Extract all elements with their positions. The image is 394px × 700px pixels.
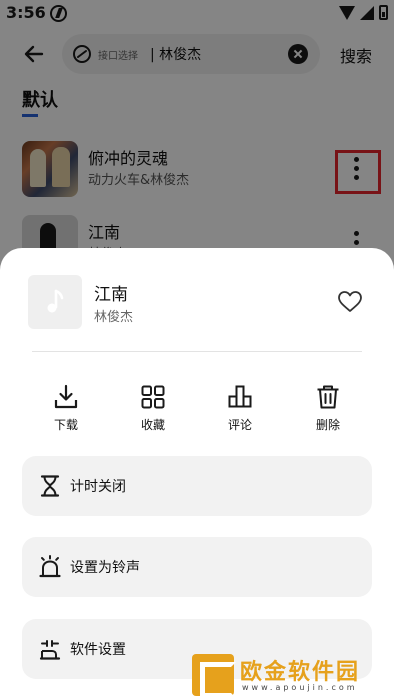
download-icon: [54, 384, 78, 409]
divider: [32, 351, 362, 352]
sheet-song-title: 江南: [94, 285, 128, 305]
favorite-label: 收藏: [140, 418, 165, 432]
sheet-song-artist: 林俊杰: [94, 310, 134, 325]
settings-icon: [39, 640, 61, 660]
favorite-button[interactable]: 收藏: [123, 384, 183, 440]
ringtone-item[interactable]: 设置为铃声: [22, 537, 372, 597]
delete-button[interactable]: 删除: [298, 384, 358, 440]
alarm-icon: [39, 555, 61, 578]
hourglass-icon: [40, 475, 60, 497]
grid-icon: [141, 385, 165, 409]
heart-icon[interactable]: [337, 290, 363, 314]
delete-label: 删除: [315, 418, 340, 432]
ringtone-label: 设置为铃声: [70, 560, 140, 576]
watermark-logo: [192, 654, 236, 698]
sleep-timer-item[interactable]: 计时关闭: [22, 456, 372, 516]
sleep-timer-label: 计时关闭: [70, 479, 126, 495]
song-cover-placeholder: [28, 275, 82, 329]
comment-button[interactable]: 评论: [210, 384, 270, 440]
watermark-title: 欧金软件园: [240, 660, 361, 685]
site-watermark: 欧金软件园 www.apoujin.com: [192, 654, 388, 698]
trash-icon: [317, 385, 339, 409]
watermark-url: www.apoujin.com: [242, 683, 358, 692]
comment-label: 评论: [227, 418, 252, 432]
song-options-sheet: 江南 林俊杰 下载 收藏 评论 删除 计时关闭 设置为铃声 软件设置: [0, 248, 394, 700]
download-button[interactable]: 下载: [36, 384, 96, 440]
download-label: 下载: [53, 418, 78, 432]
music-note-icon: [47, 289, 64, 313]
action-row: 下载 收藏 评论 删除: [0, 384, 394, 440]
comment-chart-icon: [228, 385, 252, 408]
app-settings-label: 软件设置: [70, 642, 126, 658]
